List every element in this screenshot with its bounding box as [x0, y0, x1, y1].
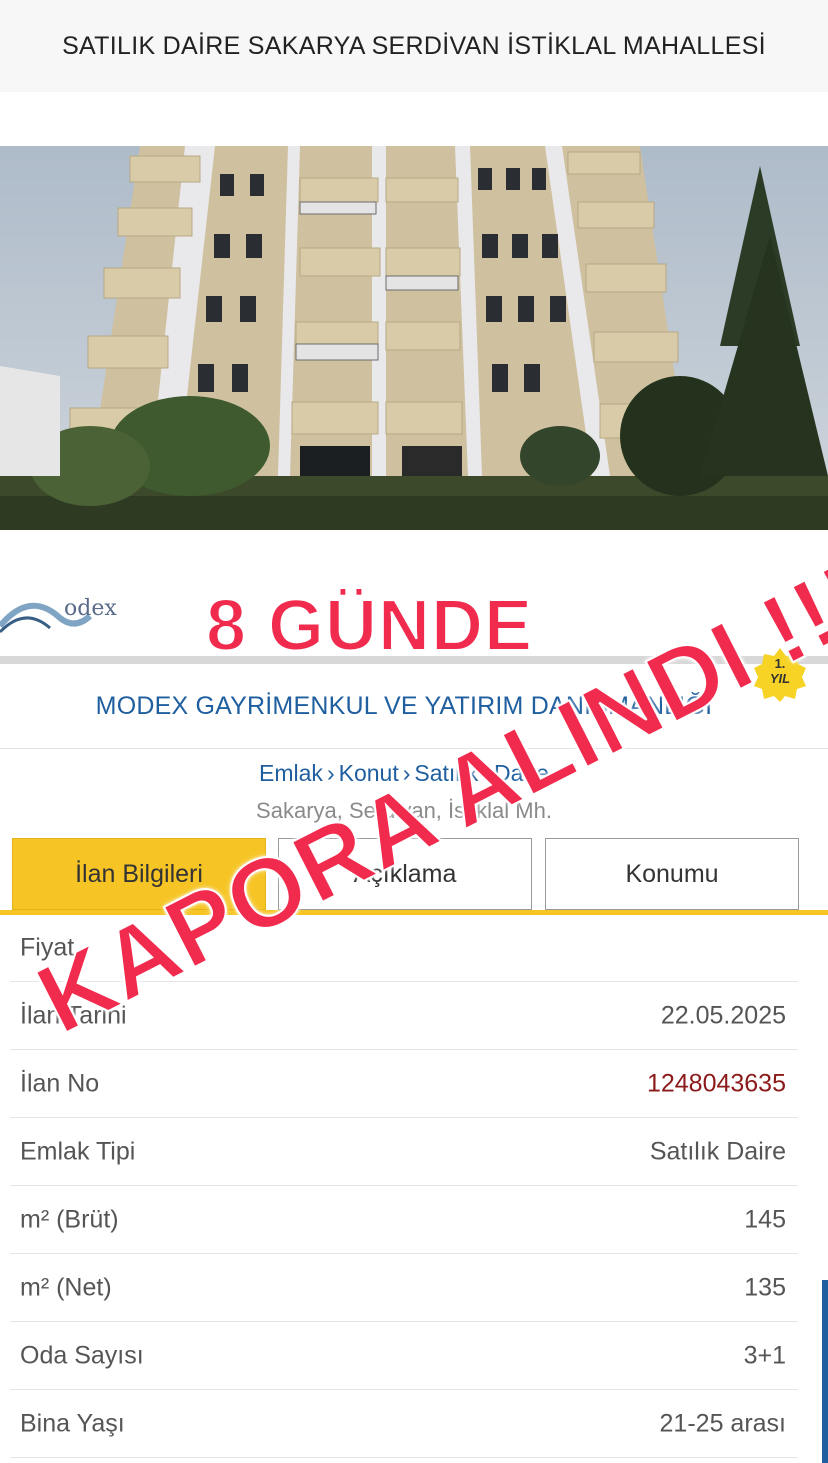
detail-value: 1248043635: [646, 1069, 786, 1098]
breadcrumb-item[interactable]: Konut: [339, 760, 399, 786]
detail-row-ilan-tarihi: İlan Tarihi 22.05.2025: [10, 983, 798, 1050]
detail-row-m2-brut: m² (Brüt) 145: [10, 1187, 798, 1254]
detail-value: 22.05.2025: [660, 1001, 786, 1030]
listing-title: SATILIK DAİRE SAKARYA SERDİVAN İSTİKLAL …: [62, 31, 766, 60]
detail-key: Oda Sayısı: [20, 1341, 144, 1370]
divider: [0, 748, 828, 749]
detail-key: Fiyat: [20, 933, 75, 962]
logo-text: odex: [64, 596, 117, 621]
header-bar: SATILIK DAİRE SAKARYA SERDİVAN İSTİKLAL …: [0, 0, 828, 92]
detail-row-m2-net: m² (Net) 135: [10, 1255, 798, 1322]
detail-row-oda-sayisi: Oda Sayısı 3+1: [10, 1323, 798, 1390]
detail-value: 21-25 arası: [659, 1409, 786, 1438]
detail-value: 135: [744, 1273, 786, 1302]
tab-ilan-bilgileri[interactable]: İlan Bilgileri: [12, 838, 266, 910]
detail-key: m² (Brüt): [20, 1205, 119, 1234]
badge-label: 1. YIL: [769, 656, 791, 686]
breadcrumb-separator: ›: [326, 760, 335, 786]
breadcrumb-separator: ›: [482, 760, 490, 786]
overlay-8-gunde: 8 GÜNDE: [205, 585, 534, 667]
breadcrumb-separator: ›: [402, 760, 411, 786]
breadcrumb: Emlak › Konut › Satılık › Daire: [0, 760, 808, 787]
detail-row-emlak-tipi: Emlak Tipi Satılık Daire: [10, 1119, 798, 1186]
detail-row-ilan-no: İlan No 1248043635: [10, 1051, 798, 1118]
tab-konumu[interactable]: Konumu: [545, 838, 799, 910]
detail-row-bina-yasi: Bina Yaşı 21-25 arası: [10, 1391, 798, 1458]
scroll-indicator[interactable]: [822, 1280, 828, 1463]
detail-row-fiyat: Fiyat: [10, 915, 798, 982]
location-text: Sakarya, Serdivan, İstiklal Mh.: [256, 798, 552, 823]
detail-value: Satılık Daire: [649, 1137, 786, 1166]
agency-name[interactable]: MODEX GAYRİMENKUL VE YATIRIM DANIŞMANLIĞ…: [0, 692, 808, 721]
detail-key: Emlak Tipi: [20, 1137, 136, 1166]
tab-aciklama[interactable]: Açıklama: [278, 838, 532, 910]
detail-key: İlan No: [20, 1069, 100, 1098]
detail-key: m² (Net): [20, 1273, 112, 1302]
breadcrumb-item[interactable]: Satılık: [414, 760, 478, 786]
detail-value: 145: [744, 1205, 786, 1234]
breadcrumb-item[interactable]: Daire: [494, 760, 549, 786]
property-photo[interactable]: [0, 146, 828, 530]
breadcrumb-item[interactable]: Emlak: [259, 760, 323, 786]
building-image: [0, 146, 828, 530]
detail-value: 3+1: [743, 1341, 786, 1370]
detail-key: İlan Tarihi: [20, 1001, 127, 1030]
detail-key: Bina Yaşı: [20, 1409, 125, 1438]
